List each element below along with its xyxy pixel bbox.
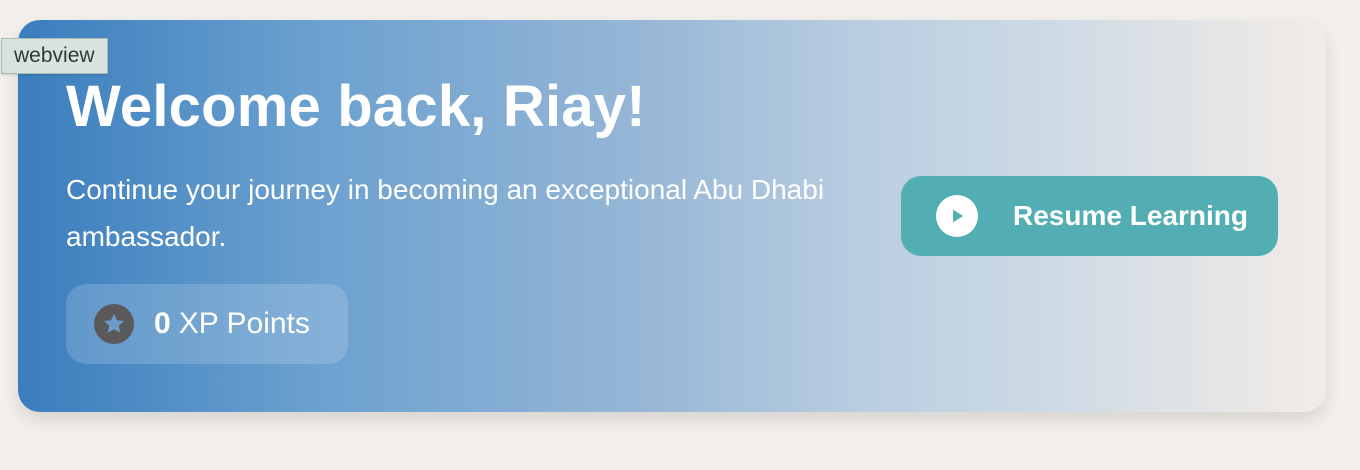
webview-debug-label: webview (14, 44, 95, 67)
welcome-content: Welcome back, Riay! Continue your journe… (66, 74, 886, 260)
xp-value: 0 (154, 307, 171, 340)
welcome-banner: Welcome back, Riay! Continue your journe… (18, 20, 1326, 412)
resume-learning-button[interactable]: Resume Learning (901, 176, 1278, 256)
xp-text: 0 XP Points (154, 307, 310, 341)
welcome-title: Welcome back, Riay! (66, 74, 646, 139)
xp-label: XP Points (178, 307, 310, 340)
webview-debug-tag: webview (1, 38, 108, 74)
star-icon (94, 304, 134, 344)
resume-learning-label: Resume Learning (1013, 200, 1248, 231)
play-icon-shape (953, 209, 963, 223)
play-icon (936, 195, 978, 237)
welcome-subtitle: Continue your journey in becoming an exc… (66, 174, 825, 252)
star-icon-shape (104, 313, 124, 333)
xp-points-badge: 0 XP Points (66, 284, 348, 364)
page: webview Welcome back, Riay! Continue you… (0, 0, 1360, 470)
